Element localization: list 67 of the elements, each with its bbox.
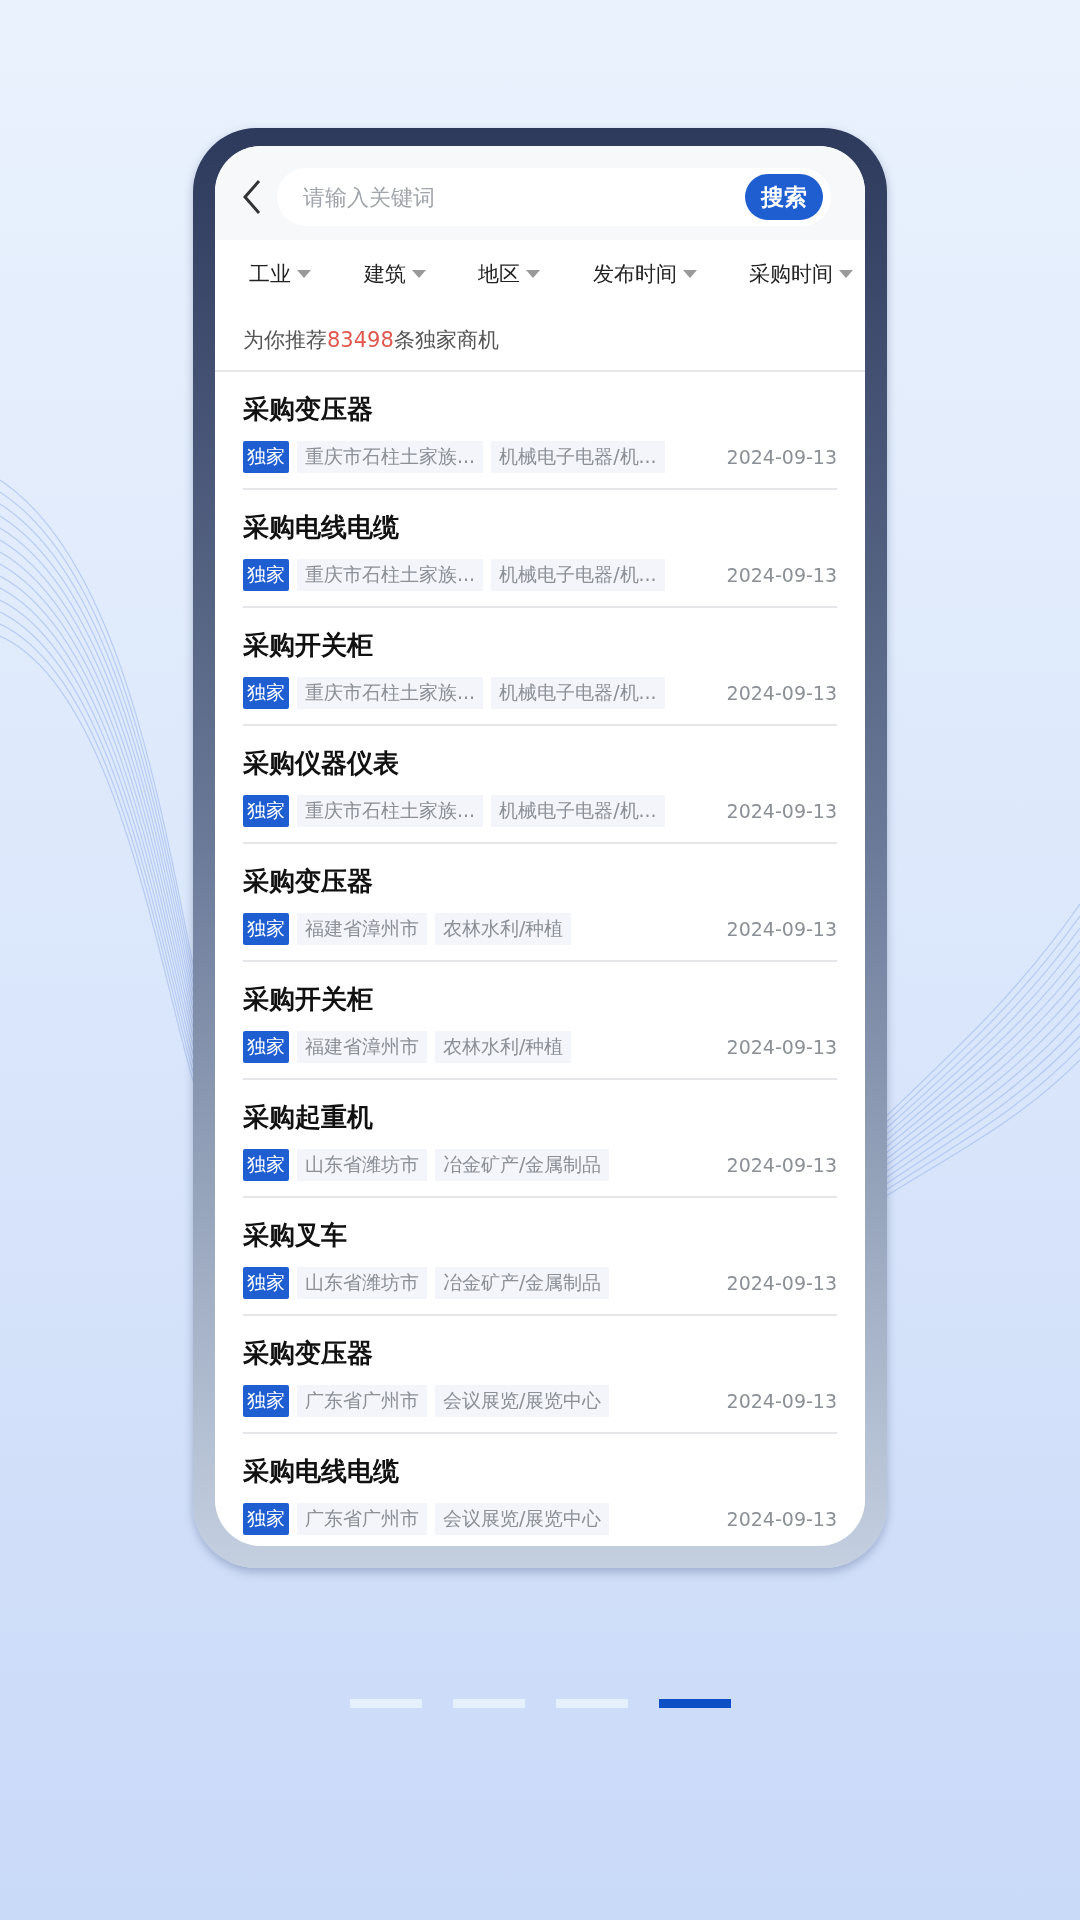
exclusive-badge: 独家	[243, 913, 289, 945]
item-date: 2024-09-13	[726, 1272, 837, 1294]
item-title[interactable]: 采购变压器	[243, 1336, 837, 1371]
filter-dropdown[interactable]: 采购时间	[749, 254, 853, 294]
page-indicator[interactable]	[349, 1699, 422, 1708]
item-title[interactable]: 采购叉车	[243, 1218, 837, 1253]
item-date: 2024-09-13	[726, 1154, 837, 1176]
exclusive-badge: 独家	[243, 441, 289, 473]
item-title[interactable]: 采购变压器	[243, 392, 837, 427]
caret-icon	[839, 270, 853, 278]
caret-icon	[411, 270, 426, 278]
category-tag: 冶金矿产/金属制品	[435, 1267, 610, 1299]
caret-icon	[526, 270, 540, 278]
category-tag: 农林水利/种植	[435, 913, 572, 945]
item-date: 2024-09-13	[726, 800, 837, 822]
category-tag: 会议展览/展览中心	[435, 1385, 610, 1417]
item-date: 2024-09-13	[726, 682, 837, 704]
item-date: 2024-09-13	[726, 1036, 837, 1058]
item-date: 2024-09-13	[726, 446, 837, 468]
region-tag: 重庆市石柱土家族...	[297, 559, 484, 591]
category-tag: 机械电子电器/机...	[491, 441, 665, 473]
item-title[interactable]: 采购仪器仪表	[243, 746, 837, 781]
page-indicator[interactable]	[658, 1699, 731, 1708]
exclusive-badge: 独家	[243, 795, 289, 827]
region-tag: 福建省漳州市	[297, 1031, 427, 1063]
page-indicator[interactable]	[555, 1699, 628, 1708]
item-date: 2024-09-13	[726, 918, 837, 940]
category-tag: 冶金矿产/金属制品	[435, 1149, 610, 1181]
region-tag: 广东省广州市	[297, 1385, 427, 1417]
item-title[interactable]: 采购开关柜	[243, 982, 837, 1017]
item-date: 2024-09-13	[726, 1508, 837, 1530]
exclusive-badge: 独家	[243, 1149, 289, 1181]
search-button[interactable]: 搜索	[745, 174, 823, 220]
search-field[interactable]: 请输入关键词 搜索	[277, 168, 831, 226]
exclusive-badge: 独家	[243, 677, 289, 709]
category-tag: 机械电子电器/机...	[491, 795, 665, 827]
caret-icon	[297, 270, 311, 278]
recommendation-summary: 为你推荐83498条独家商机	[215, 308, 865, 372]
item-date: 2024-09-13	[726, 1390, 837, 1412]
item-title[interactable]: 采购电线电缆	[243, 510, 837, 545]
exclusive-badge: 独家	[243, 1031, 289, 1063]
category-tag: 会议展览/展览中心	[435, 1503, 610, 1535]
category-tag: 农林水利/种植	[435, 1031, 572, 1063]
category-tag: 机械电子电器/机...	[491, 677, 665, 709]
caret-icon	[682, 270, 697, 278]
region-tag: 山东省潍坊市	[297, 1149, 427, 1181]
item-title[interactable]: 采购开关柜	[243, 628, 837, 663]
filter-dropdown[interactable]: 工业	[249, 254, 311, 294]
region-tag: 广东省广州市	[297, 1503, 427, 1535]
item-date: 2024-09-13	[726, 564, 837, 586]
exclusive-badge: 独家	[243, 1503, 289, 1535]
exclusive-badge: 独家	[243, 1267, 289, 1299]
page-indicator[interactable]	[452, 1699, 525, 1708]
exclusive-badge: 独家	[243, 1385, 289, 1417]
item-title[interactable]: 采购变压器	[243, 864, 837, 899]
region-tag: 重庆市石柱土家族...	[297, 677, 484, 709]
filter-dropdown[interactable]: 地区	[478, 254, 540, 294]
region-tag: 重庆市石柱土家族...	[297, 441, 484, 473]
item-title[interactable]: 采购电线电缆	[243, 1454, 837, 1489]
region-tag: 重庆市石柱土家族...	[297, 795, 484, 827]
exclusive-badge: 独家	[243, 559, 289, 591]
item-title[interactable]: 采购起重机	[243, 1100, 837, 1135]
region-tag: 福建省漳州市	[297, 913, 427, 945]
region-tag: 山东省潍坊市	[297, 1267, 427, 1299]
filter-dropdown[interactable]: 建筑	[363, 254, 426, 294]
filter-dropdown[interactable]: 发布时间	[592, 254, 697, 294]
category-tag: 机械电子电器/机...	[491, 559, 665, 591]
